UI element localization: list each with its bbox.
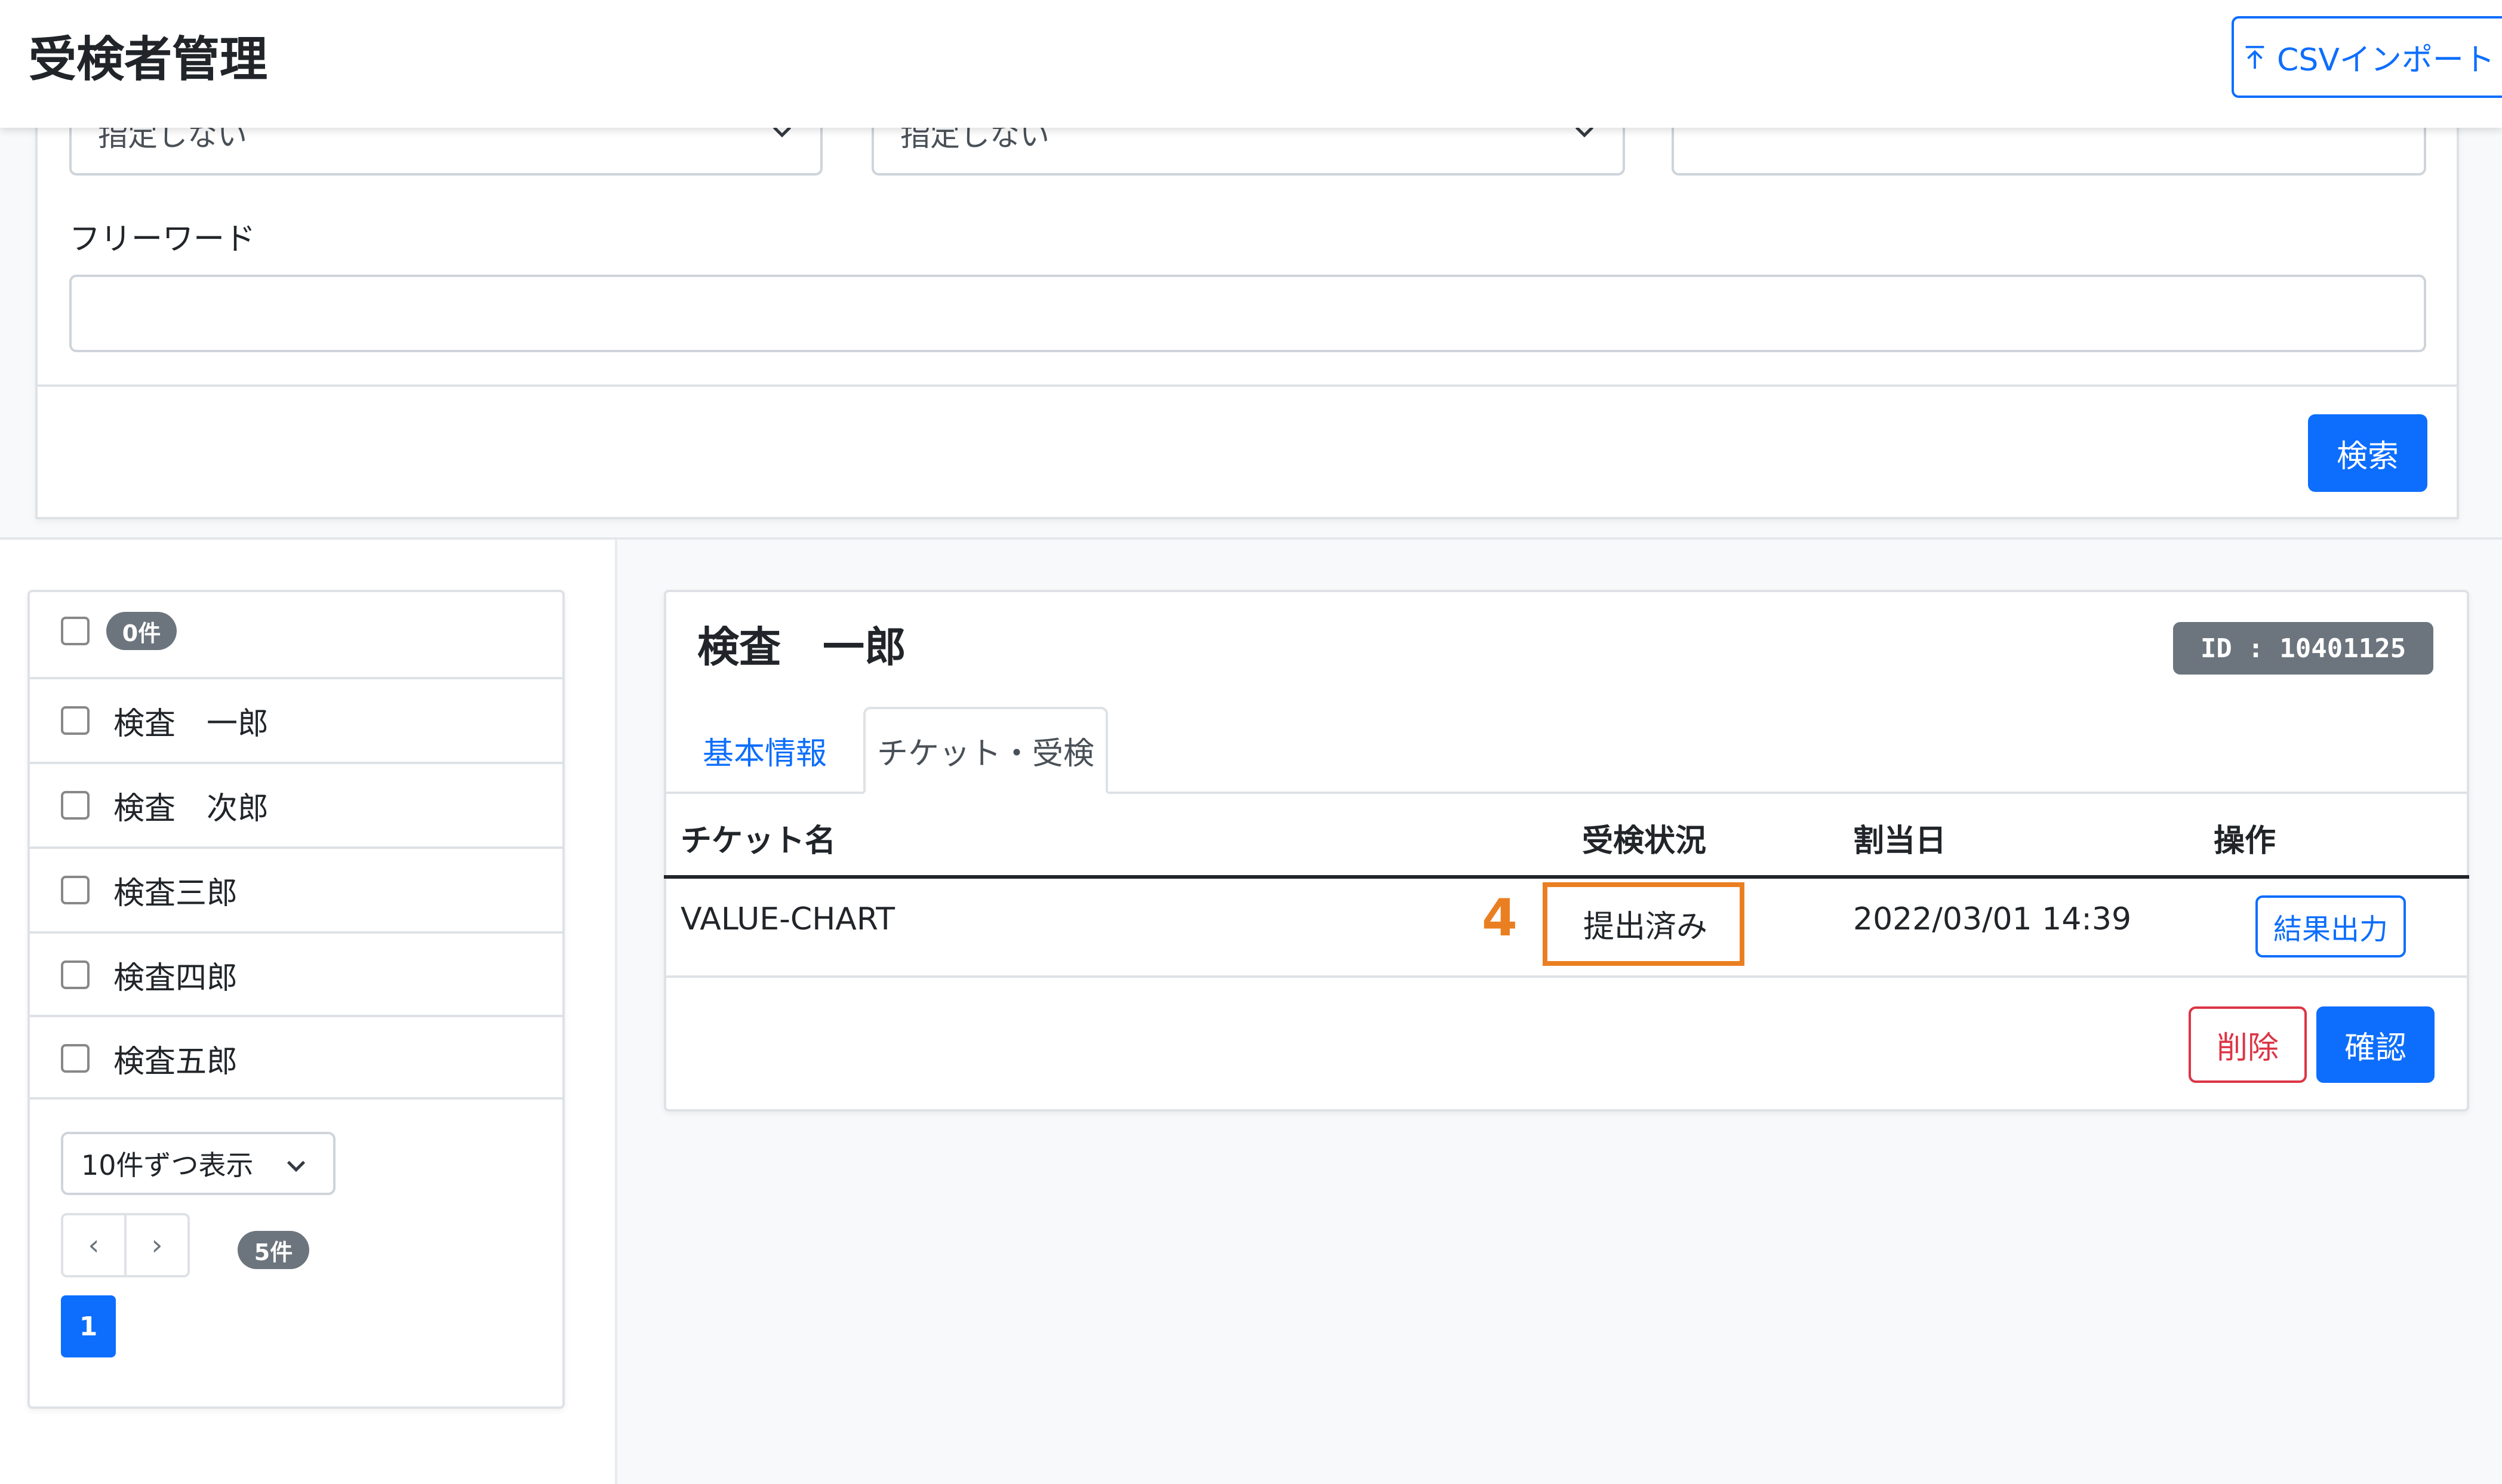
upload-icon [2245,45,2264,69]
csv-import-button[interactable]: CSVインポート [2232,16,2502,98]
item-name: 検査 一郎 [113,706,269,742]
freeword-input[interactable] [69,275,2426,352]
item-name: 検査三郎 [113,875,238,912]
panel-divider [615,540,617,1484]
assigned-date-cell: 2022/03/01 14:39 [1853,901,2132,937]
col-header-ticket: チケット名 [681,823,836,859]
item-name: 検査四郎 [113,960,238,996]
col-header-status: 受検状況 [1582,823,1707,859]
item-checkbox[interactable] [61,1044,90,1073]
list-item[interactable]: 検査四郎 [27,931,565,1016]
card-divider [35,384,2459,387]
page-title-overlay: 受検者管理 [29,32,267,87]
col-header-action: 操作 [2214,823,2276,859]
item-checkbox[interactable] [61,876,90,904]
item-checkbox[interactable] [61,960,90,989]
list-item[interactable]: 検査 一郎 [27,677,565,762]
item-checkbox[interactable] [61,791,90,820]
examinee-name: 検査 一郎 [697,623,906,672]
prev-page-button[interactable]: ‹ [63,1215,124,1275]
csv-import-label: CSVインポート [2277,42,2495,78]
selected-count-badge: 0件 [106,612,177,650]
search-button[interactable]: 検索 [2308,414,2427,492]
next-page-button[interactable]: › [124,1215,187,1275]
chevron-down-icon [287,1160,306,1172]
select-all-row: 0件 [27,592,565,670]
header-overlay [0,0,2502,128]
ticket-name-cell: VALUE-CHART [681,901,895,937]
list-item[interactable]: 検査三郎 [27,846,565,931]
item-name: 検査 次郎 [113,790,269,827]
confirm-button[interactable]: 確認 [2316,1006,2435,1083]
id-badge: ID : 10401125 [2173,622,2433,675]
result-output-button[interactable]: 結果出力 [2255,895,2406,957]
tab-ticket-exam[interactable]: チケット・受検 [863,707,1108,794]
tab-basic-info[interactable]: 基本情報 [690,710,839,790]
annotation-number: 4 [1482,888,1518,948]
list-footer-divider [27,1097,565,1100]
freeword-label: フリーワード [69,221,256,257]
item-checkbox[interactable] [61,706,90,735]
delete-button[interactable]: 削除 [2189,1006,2307,1083]
page-size-select[interactable]: 10件ずつ表示 [61,1132,336,1195]
total-count-badge: 5件 [238,1231,309,1269]
item-name: 検査五郎 [113,1043,238,1080]
table-header-divider [664,875,2469,879]
status-cell: 提出済み [1583,909,1708,945]
page-1-button[interactable]: 1 [61,1295,116,1357]
select-all-checkbox[interactable] [61,617,90,645]
list-item[interactable]: 検査 次郎 [27,762,565,846]
table-body-divider [664,975,2469,978]
col-header-assigned: 割当日 [1853,823,1947,859]
page-size-value: 10件ずつ表示 [81,1149,254,1181]
list-item[interactable]: 検査五郎 [27,1015,565,1100]
pagination: ‹ › [61,1213,190,1277]
